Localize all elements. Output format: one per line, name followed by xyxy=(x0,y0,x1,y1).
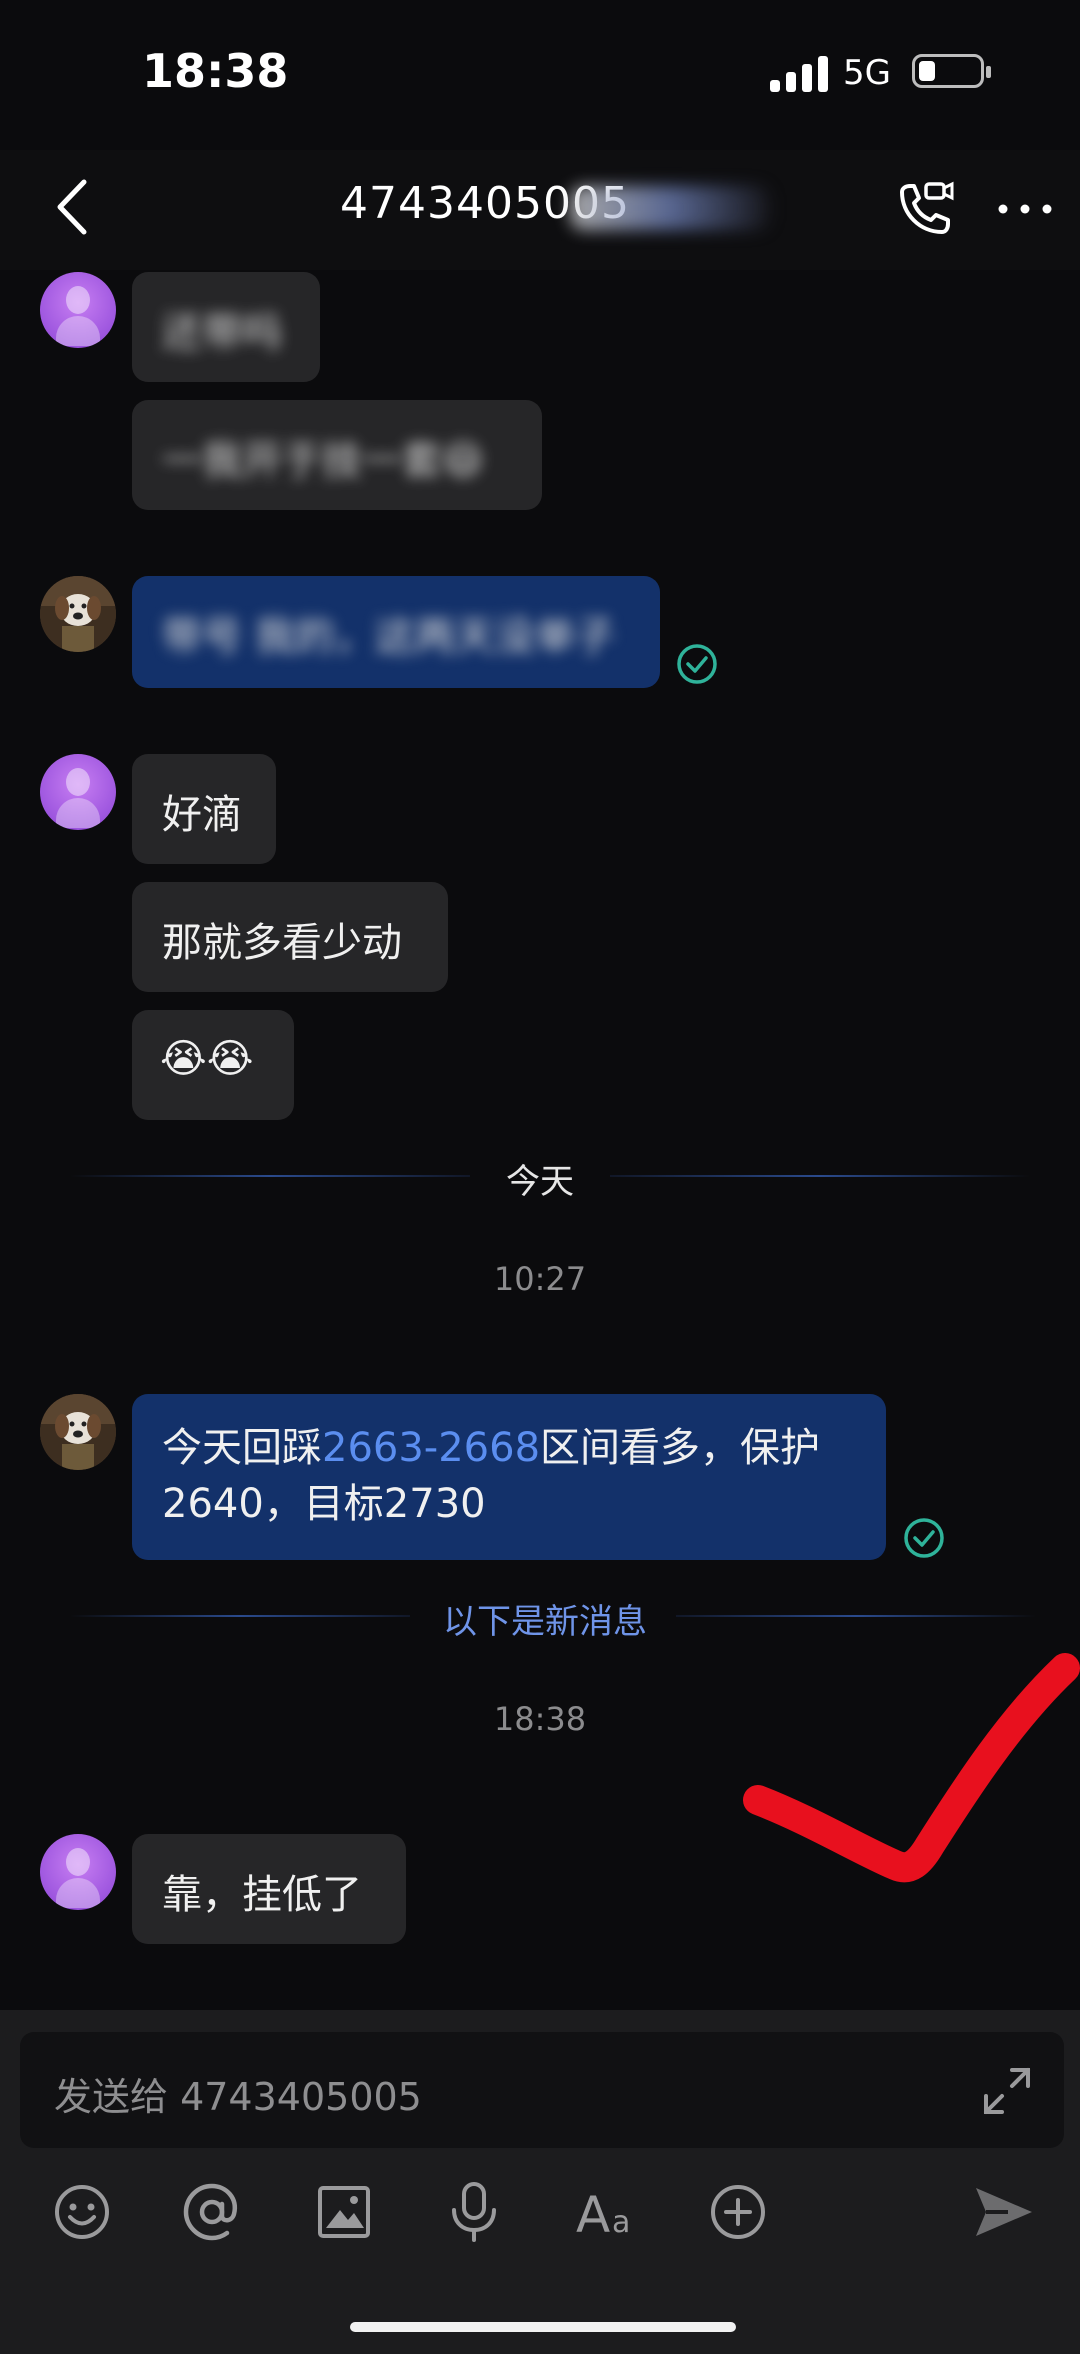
divider-line xyxy=(676,1615,1036,1617)
more-button[interactable] xyxy=(995,194,1055,224)
message-text: 带号 我的，这两天没单子 xyxy=(162,614,615,660)
my-avatar[interactable] xyxy=(40,1394,116,1470)
svg-text:a: a xyxy=(612,2205,630,2240)
expand-icon xyxy=(984,2068,1030,2114)
number-link[interactable]: 2663-2668 xyxy=(322,1425,540,1471)
send-icon xyxy=(976,2188,1032,2236)
message-text: 那就多看少动 xyxy=(162,920,402,966)
my-avatar[interactable] xyxy=(40,576,116,652)
home-indicator[interactable] xyxy=(350,2322,736,2332)
message-bubble[interactable]: 好滴 xyxy=(132,754,276,864)
mention-button[interactable] xyxy=(180,2180,244,2244)
contact-avatar[interactable] xyxy=(40,272,116,348)
message-text: 2640，目标2730 xyxy=(162,1481,486,1527)
mention-icon xyxy=(183,2183,238,2241)
image-button[interactable] xyxy=(312,2180,376,2244)
voice-button[interactable] xyxy=(442,2180,506,2244)
dog-avatar-icon xyxy=(40,1394,116,1470)
expand-button[interactable] xyxy=(980,2064,1034,2118)
message-text: 😭😭 xyxy=(160,1036,254,1082)
emoji-button[interactable] xyxy=(50,2180,114,2244)
message-bubble[interactable]: 一我开于技一套😄 xyxy=(132,400,542,510)
message-text: 一我开于技一套😄 xyxy=(162,438,484,484)
message-text: 区间看多，保护 xyxy=(540,1425,821,1471)
signal-icon xyxy=(770,56,830,92)
dog-avatar-icon xyxy=(40,576,116,652)
chat-title: 4743405005 xyxy=(340,178,770,238)
back-button[interactable] xyxy=(40,172,110,242)
text-format-button[interactable]: A a xyxy=(574,2180,646,2244)
text-format-icon: A a xyxy=(576,2186,630,2244)
new-messages-divider: 以下是新消息 xyxy=(443,1602,647,1642)
message-line: 今天回踩2663-2668区间看多，保护 xyxy=(162,1420,856,1476)
divider-line xyxy=(70,1615,410,1617)
message-bubble-self[interactable]: 今天回踩2663-2668区间看多，保护 2640，目标2730 xyxy=(132,1394,886,1560)
message-text: 还带吗 xyxy=(162,310,282,356)
message-text: 好滴 xyxy=(162,792,242,838)
more-icon xyxy=(998,204,1052,214)
image-icon xyxy=(318,2186,370,2238)
svg-text:A: A xyxy=(576,2186,610,2244)
status-time: 18:38 xyxy=(142,44,289,98)
message-bubble-self[interactable]: 带号 我的，这两天没单子 xyxy=(132,576,660,688)
read-check-icon xyxy=(677,644,717,684)
battery-icon xyxy=(912,54,991,88)
composer: 发送给 4743405005 A a xyxy=(0,2010,1080,2354)
send-button[interactable] xyxy=(972,2180,1036,2244)
message-bubble[interactable]: 😭😭 xyxy=(132,1010,294,1120)
date-divider: 今天 xyxy=(506,1162,574,1202)
phone-video-icon xyxy=(900,181,954,234)
message-list[interactable]: 还带吗 一我开于技一套😄 带号 我的，这两天没单子 好滴 那就多看少动 😭😭 今… xyxy=(0,270,1080,2010)
red-checkmark-annotation xyxy=(743,1653,1080,1883)
divider-line xyxy=(70,1175,470,1177)
message-text: 今天回踩 xyxy=(162,1425,322,1471)
chat-header: 4743405005 xyxy=(0,150,1080,270)
message-input[interactable]: 发送给 4743405005 xyxy=(20,2032,1064,2148)
emoji-icon xyxy=(55,2185,109,2239)
chevron-left-icon xyxy=(57,179,87,235)
message-bubble[interactable]: 还带吗 xyxy=(132,272,320,382)
message-bubble[interactable]: 那就多看少动 xyxy=(132,882,448,992)
network-type: 5G xyxy=(843,53,891,93)
blurred-tag xyxy=(570,186,770,230)
input-placeholder: 发送给 4743405005 xyxy=(54,2075,422,2119)
message-text: 靠，挂低了 xyxy=(162,1872,362,1918)
plus-icon xyxy=(711,2185,765,2239)
microphone-icon xyxy=(452,2182,496,2242)
timestamp: 10:27 xyxy=(493,1260,587,1298)
call-button[interactable] xyxy=(892,178,956,242)
contact-avatar[interactable] xyxy=(40,1834,116,1910)
read-check-icon xyxy=(904,1518,944,1558)
divider-line xyxy=(610,1175,1030,1177)
plus-button[interactable] xyxy=(706,2180,770,2244)
message-bubble[interactable]: 靠，挂低了 xyxy=(132,1834,406,1944)
composer-toolbar: A a xyxy=(0,2180,1080,2260)
contact-avatar[interactable] xyxy=(40,754,116,830)
status-bar: 18:38 5G xyxy=(0,0,1080,150)
